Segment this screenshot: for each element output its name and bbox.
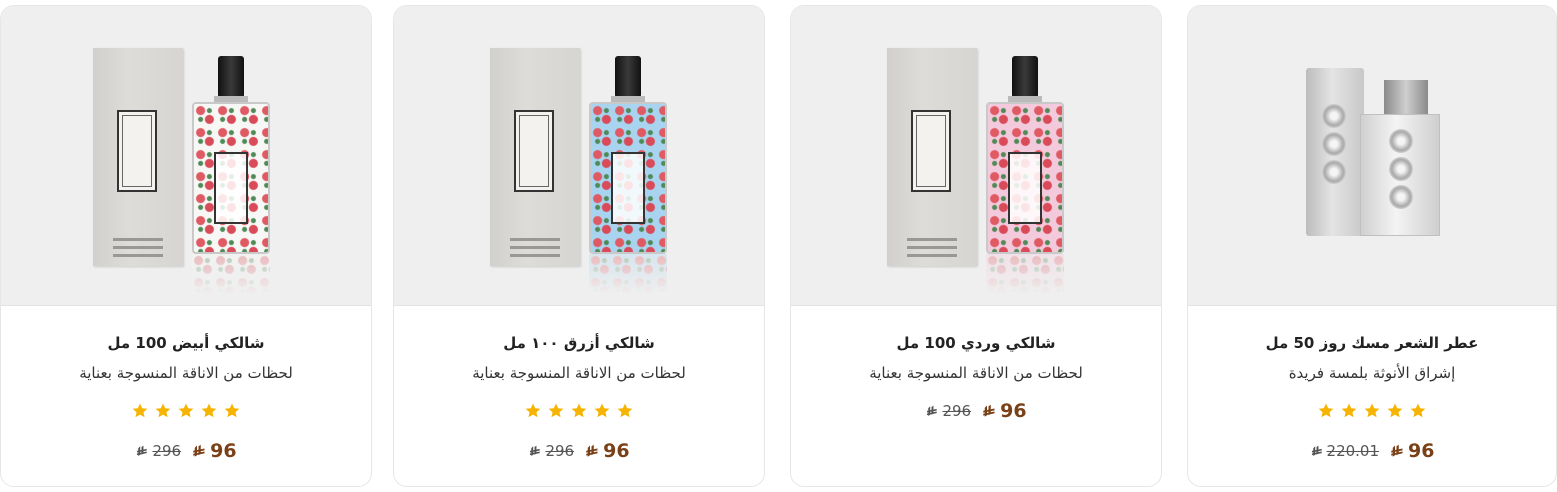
- star-icon: [548, 403, 564, 418]
- perfume-box: [490, 48, 580, 266]
- star-icon: [178, 403, 194, 418]
- sale-price: 96: [191, 440, 237, 462]
- bottle-cap: [218, 56, 244, 98]
- star-icon: [155, 403, 171, 418]
- bottle-cap: [1384, 80, 1428, 114]
- sale-price: 96: [1389, 440, 1434, 462]
- star-icon: [1387, 403, 1403, 418]
- original-price: 296: [528, 442, 574, 460]
- product-title[interactable]: شالكي أزرق ١٠٠ مل: [394, 334, 764, 352]
- perfume-box: [93, 48, 183, 266]
- original-price: 296: [135, 442, 181, 460]
- original-price: 220.01: [1310, 442, 1379, 460]
- star-icon: [132, 403, 148, 418]
- original-price: 296: [925, 402, 971, 420]
- product-title[interactable]: شالكي وردي 100 مل: [791, 334, 1161, 352]
- star-icon: [617, 403, 633, 418]
- rating-stars: [394, 402, 764, 420]
- price-row: 96 296: [394, 440, 764, 462]
- star-icon: [1364, 403, 1380, 418]
- riyal-icon: [586, 444, 598, 457]
- bottle-cap: [1012, 56, 1038, 98]
- star-icon: [1341, 403, 1357, 418]
- perfume-bottle: [986, 102, 1064, 254]
- price-row: 96 296: [1, 440, 371, 462]
- riyal-icon: [193, 444, 205, 457]
- star-icon: [1318, 403, 1334, 418]
- riyal-icon: [927, 405, 938, 416]
- product-title[interactable]: عطر الشعر مسك روز 50 مل: [1188, 334, 1556, 352]
- product-subtitle: لحظات من الاناقة المنسوجة بعناية: [472, 364, 686, 382]
- riyal-icon: [1391, 444, 1403, 457]
- product-card-shalki-pink[interactable]: شالكي وردي 100 مل لحظات من الاناقة المنس…: [790, 5, 1162, 487]
- riyal-icon: [530, 445, 541, 456]
- star-icon: [1410, 403, 1426, 418]
- star-icon: [224, 403, 240, 418]
- price-row: 96 296: [791, 400, 1161, 422]
- sale-price: 96: [584, 440, 630, 462]
- perfume-bottle: [192, 102, 270, 254]
- product-image[interactable]: [394, 6, 764, 306]
- product-subtitle: إشراق الأنوثة بلمسة فريدة: [1288, 364, 1456, 382]
- riyal-icon: [1311, 445, 1322, 456]
- product-subtitle: لحظات من الاناقة المنسوجة بعناية: [869, 364, 1083, 382]
- perfume-box: [1306, 68, 1364, 236]
- product-image[interactable]: [1, 6, 371, 306]
- star-icon: [594, 403, 610, 418]
- sale-price: 96: [981, 400, 1027, 422]
- product-card-shalki-blue[interactable]: شالكي أزرق ١٠٠ مل لحظات من الاناقة المنس…: [393, 5, 765, 487]
- riyal-icon: [137, 445, 148, 456]
- perfume-bottle: [1360, 114, 1440, 236]
- perfume-box: [887, 48, 977, 266]
- product-card-musk-rose[interactable]: عطر الشعر مسك روز 50 مل إشراق الأنوثة بل…: [1187, 5, 1557, 487]
- product-title[interactable]: شالكي أبيض 100 مل: [1, 334, 371, 352]
- price-row: 96 220.01: [1188, 440, 1556, 462]
- rating-stars: [1, 402, 371, 420]
- product-card-shalki-white[interactable]: شالكي أبيض 100 مل لحظات من الاناقة المنس…: [0, 5, 372, 487]
- product-image[interactable]: [1188, 6, 1556, 306]
- star-icon: [525, 403, 541, 418]
- bottle-cap: [615, 56, 641, 98]
- riyal-icon: [983, 404, 995, 417]
- product-image[interactable]: [791, 6, 1161, 306]
- star-icon: [201, 403, 217, 418]
- product-subtitle: لحظات من الاناقة المنسوجة بعناية: [79, 364, 293, 382]
- rating-stars: [1188, 402, 1556, 420]
- star-icon: [571, 403, 587, 418]
- perfume-bottle: [589, 102, 667, 254]
